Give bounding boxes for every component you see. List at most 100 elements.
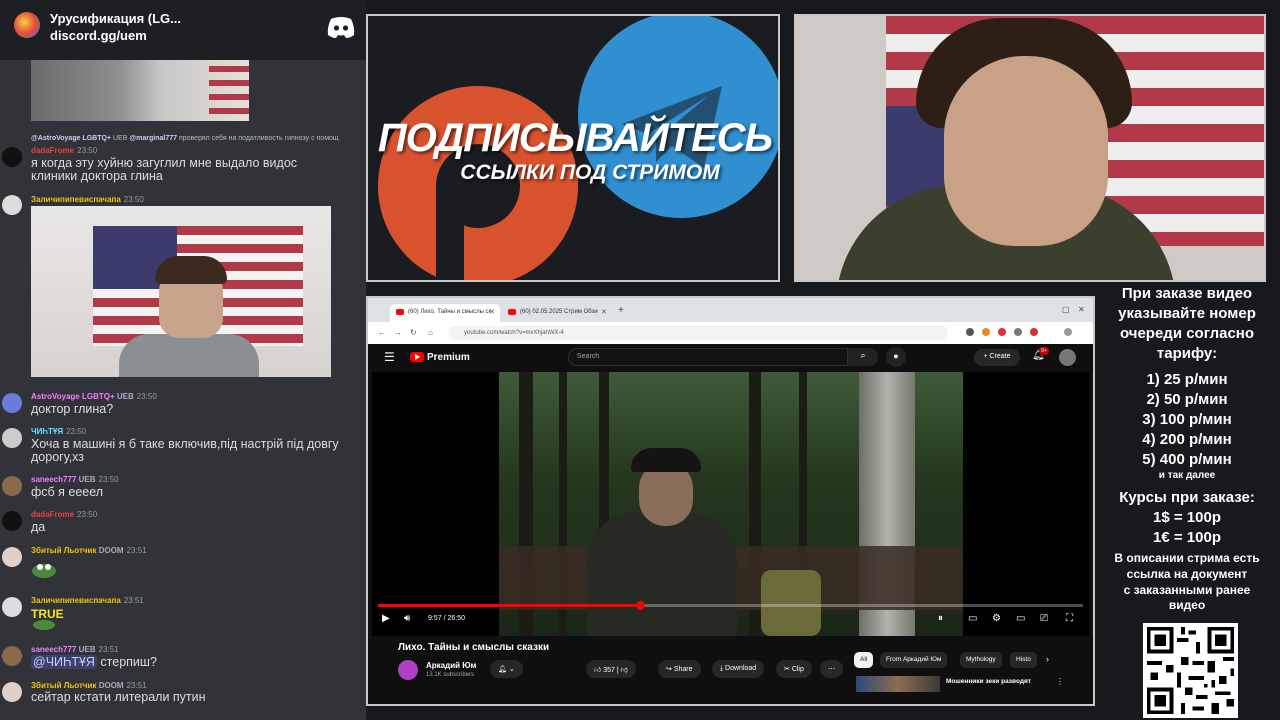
discord-server-header[interactable]: Урусификация (LG... discord.gg/uem <box>0 0 366 60</box>
avatar[interactable] <box>2 476 22 496</box>
username-text: Заличипипевиспачапа <box>31 195 121 204</box>
extension-icon[interactable] <box>998 328 1006 336</box>
restore-icon[interactable]: ▢ <box>1062 305 1070 314</box>
user-mention[interactable]: @ЧИҺТҰЯ <box>31 655 97 669</box>
avatar[interactable] <box>2 597 22 617</box>
share-button[interactable]: ↪ Share <box>658 660 701 678</box>
menu-icon[interactable]: ☰ <box>384 350 395 364</box>
more-actions-icon[interactable]: ⋯ <box>820 660 843 678</box>
avatar[interactable] <box>2 428 22 448</box>
extension-icon[interactable] <box>982 328 990 336</box>
new-tab-icon[interactable]: + <box>618 305 624 316</box>
chip-from-channel[interactable]: From Аркадий Юм <box>880 652 948 668</box>
miniplayer-icon[interactable]: ▭ <box>1016 613 1025 624</box>
progress-bar[interactable] <box>378 601 1083 610</box>
avatar[interactable] <box>2 393 22 413</box>
recommended-title[interactable]: Мошенники зеки разводят <box>946 678 1031 685</box>
youtube-logo-icon[interactable] <box>410 352 424 362</box>
username[interactable]: saneech777 UEB 23:51 <box>31 645 119 654</box>
chip-history[interactable]: Histo <box>1010 652 1037 668</box>
chip-all[interactable]: All <box>854 652 874 668</box>
info-line: При заказе видео <box>1121 285 1253 302</box>
close-window-icon[interactable]: ✕ <box>1078 305 1085 314</box>
browser-tab-bar: (60) Лихо. Тайны и смыслы ск ✕ (60) 02.0… <box>368 298 1093 322</box>
extension-icon[interactable] <box>1030 328 1038 336</box>
download-label: Download <box>725 665 757 672</box>
username[interactable]: Збитый Льотчик DOOM 23:51 <box>31 681 147 690</box>
flag-stripe <box>209 66 249 72</box>
username[interactable]: dadaFrome 23:50 <box>31 510 97 519</box>
cast-icon[interactable]: ⎚ <box>1040 613 1048 624</box>
extension-icon[interactable] <box>966 328 974 336</box>
browser-tab[interactable]: (60) 02.05.2025 Стрим Обзи ✕ <box>502 304 612 322</box>
back-icon[interactable]: ← <box>378 328 386 337</box>
browser-window: (60) Лихо. Тайны и смыслы ск ✕ (60) 02.0… <box>366 296 1095 706</box>
username-text: dadaFrome <box>31 510 75 519</box>
avatar[interactable] <box>2 147 22 167</box>
reply-preview[interactable]: @AstroVoyage LGBTQ+ UEB @marginal777 про… <box>31 135 339 142</box>
scrubber-handle[interactable] <box>635 601 645 610</box>
avatar[interactable] <box>2 195 22 215</box>
progress-fill <box>378 604 640 607</box>
channel-name[interactable]: Аркадий Юм <box>426 661 476 670</box>
chip-mythology[interactable]: Mythology <box>960 652 1002 668</box>
price-tier: 1) 25 р/мин <box>1146 371 1228 388</box>
microphone-icon[interactable]: ● <box>886 347 906 367</box>
forward-icon[interactable]: → <box>394 328 402 337</box>
username[interactable]: ЧИҺТҰЯ 23:50 <box>31 427 86 436</box>
username[interactable]: Збитый Льотчик DOOM 23:51 <box>31 546 147 555</box>
video-frame[interactable] <box>499 372 963 636</box>
subtitles-icon[interactable]: ▭ <box>968 613 977 624</box>
avatar[interactable] <box>2 646 22 666</box>
discord-logo-icon <box>327 17 355 38</box>
profile-icon[interactable] <box>1064 328 1072 336</box>
avatar[interactable] <box>1059 349 1076 366</box>
url-field[interactable]: youtube.com/watch?v=mvXhjahWX-4 <box>448 326 948 340</box>
search-input[interactable]: Search <box>568 348 848 366</box>
home-icon[interactable]: ⌂ <box>428 328 433 337</box>
more-icon[interactable]: ⋮ <box>1056 677 1064 686</box>
avatar[interactable] <box>2 682 22 702</box>
clip-button[interactable]: ✂ Clip <box>776 660 812 678</box>
message-text: @ЧИҺТҰЯ стерпиш? <box>31 655 157 669</box>
username[interactable]: Заличипипевиспачапа 23:50 <box>31 195 144 204</box>
avatar[interactable] <box>2 511 22 531</box>
settings-icon[interactable]: ⚙ <box>992 613 1001 624</box>
timestamp: 23:50 <box>77 146 98 155</box>
notification-bell-button[interactable]: 🔔︎ ⌄ <box>490 660 523 678</box>
qr-code[interactable] <box>1143 623 1238 718</box>
reply-mention: @marginal777 <box>129 135 178 142</box>
avatar[interactable] <box>2 547 22 567</box>
download-button[interactable]: ⤓ Download <box>712 660 765 678</box>
message-body: стерпиш? <box>96 655 157 669</box>
browser-tab-active[interactable]: (60) Лихо. Тайны и смыслы ск ✕ <box>390 304 500 322</box>
username[interactable]: AstroVoyage LGBTQ+ UEB 23:50 <box>31 392 157 401</box>
search-icon[interactable]: ⌕ <box>848 348 878 366</box>
channel-avatar[interactable] <box>398 660 418 680</box>
play-icon[interactable]: ▶ <box>382 613 390 624</box>
role-badge: UEB <box>78 645 96 654</box>
username-text: saneech777 <box>31 475 77 484</box>
price-tier: 4) 200 р/мин <box>1142 431 1232 448</box>
like-button[interactable]: 👍︎ 357 | 👎︎ <box>586 660 636 678</box>
username[interactable]: Заличипипевиспачапа 23:51 <box>31 596 144 605</box>
username[interactable]: dadaFrome 23:50 <box>31 146 97 155</box>
chat-image-attachment[interactable] <box>31 206 331 377</box>
recommended-thumbnail[interactable] <box>856 676 940 692</box>
role-badge: UEB <box>116 392 134 401</box>
extension-icon[interactable] <box>1014 328 1022 336</box>
create-button[interactable]: + Create <box>974 349 1020 366</box>
video-player[interactable]: ▶ 🔊︎ 9:57 / 26:50 ⏸ ▭ ⚙ ▭ ⎚ ⛶ <box>372 372 1089 636</box>
reply-text: проверял себя на податливость гипнозу с … <box>178 135 339 142</box>
fullscreen-icon[interactable]: ⛶ <box>1066 613 1073 624</box>
close-icon[interactable]: ✕ <box>489 308 495 316</box>
close-icon[interactable]: ✕ <box>601 308 607 316</box>
chevron-right-icon[interactable]: › <box>1046 654 1049 664</box>
username[interactable]: saneech777 UEB 23:50 <box>31 475 119 484</box>
youtube-brand[interactable]: Premium <box>427 352 470 363</box>
autoplay-toggle-icon[interactable]: ⏸ <box>938 613 943 624</box>
reload-icon[interactable]: ↻ <box>410 328 417 337</box>
chat-image-attachment[interactable] <box>31 60 249 121</box>
volume-icon[interactable]: 🔊︎ <box>404 613 410 624</box>
invite-link[interactable]: discord.gg/uem <box>50 28 147 43</box>
